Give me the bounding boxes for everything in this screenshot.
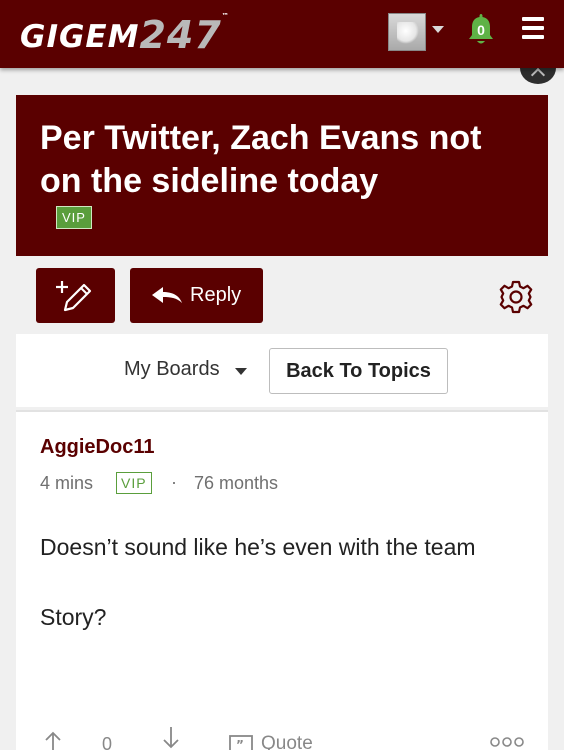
post-card: AggieDoc11 4 mins VIP · 76 months Doesn’… xyxy=(16,410,548,750)
post-author[interactable]: AggieDoc11 xyxy=(40,436,154,459)
logo-number: 247 xyxy=(139,13,222,57)
reply-label: Reply xyxy=(190,284,242,306)
meta-separator: · xyxy=(171,472,177,492)
reply-button[interactable]: Reply xyxy=(130,268,263,323)
member-tenure: 76 months xyxy=(194,473,279,493)
menu-line xyxy=(522,35,544,39)
top-navigation-bar: GIGEM247™ 0 xyxy=(0,0,564,68)
back-to-topics-button[interactable]: Back To Topics xyxy=(269,348,448,394)
downvote-arrow-icon[interactable] xyxy=(162,727,180,750)
vip-badge: VIP xyxy=(56,206,92,229)
settings-gear-icon[interactable] xyxy=(498,279,534,315)
post-body-paragraph: Doesn’t sound like he’s even with the te… xyxy=(40,534,476,560)
post-body: Doesn’t sound like he’s even with the te… xyxy=(40,528,520,636)
new-post-button[interactable] xyxy=(36,268,115,323)
compose-pencil-icon xyxy=(56,281,92,312)
chevron-down-icon[interactable] xyxy=(235,368,247,375)
upvote-arrow-icon[interactable] xyxy=(44,727,62,750)
logo-trademark: ™ xyxy=(221,12,230,20)
user-avatar[interactable] xyxy=(388,13,426,51)
gear-icon xyxy=(499,280,533,314)
post-actions: 0 ” Quote xyxy=(16,727,548,750)
board-navigation: My Boards Back To Topics xyxy=(16,334,548,407)
quote-label: Quote xyxy=(261,733,313,750)
post-time: 4 mins xyxy=(40,473,94,493)
reply-arrow-icon xyxy=(152,287,182,303)
notifications-bell-icon[interactable]: 0 xyxy=(464,11,498,47)
vip-badge: VIP xyxy=(116,472,152,494)
menu-line xyxy=(522,17,544,21)
vote-count: 0 xyxy=(102,734,113,750)
post-body-paragraph: Story? xyxy=(40,604,107,630)
hamburger-menu-icon[interactable] xyxy=(522,17,546,43)
thread-title: Per Twitter, Zach Evans not on the sidel… xyxy=(40,119,482,200)
quote-icon: ” xyxy=(229,735,253,750)
menu-line xyxy=(522,26,544,30)
my-boards-dropdown[interactable]: My Boards xyxy=(124,358,220,381)
user-menu-caret-icon[interactable] xyxy=(432,26,444,33)
logo-text: GIGEM xyxy=(20,19,140,55)
site-logo[interactable]: GIGEM247™ xyxy=(20,12,230,57)
notification-count: 0 xyxy=(477,22,485,38)
more-options-icon[interactable] xyxy=(490,736,524,748)
thread-title-banner: Per Twitter, Zach Evans not on the sidel… xyxy=(16,95,548,256)
svg-text:”: ” xyxy=(236,738,244,750)
